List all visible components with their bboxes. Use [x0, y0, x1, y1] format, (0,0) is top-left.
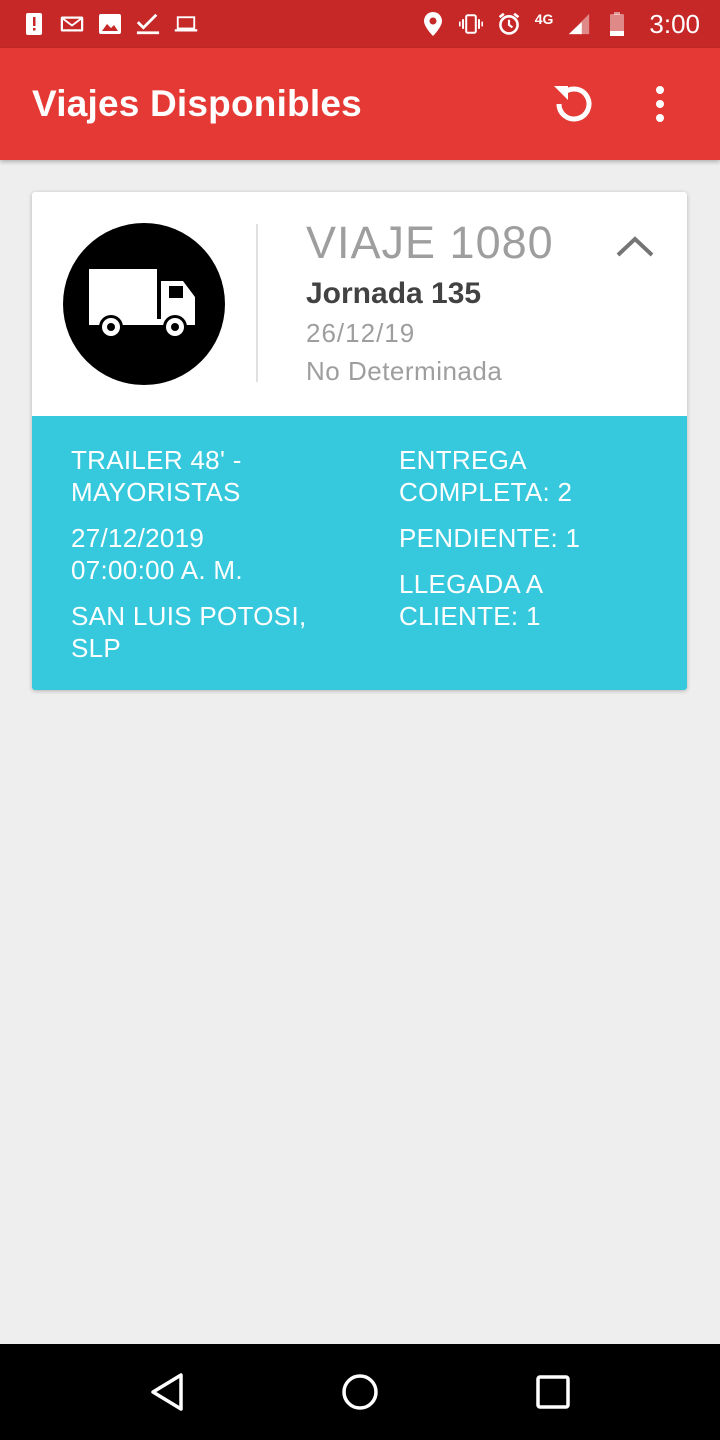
trailer-line-1: TRAILER 48' -: [71, 445, 242, 475]
datetime-line-2: 07:00:00 A. M.: [71, 555, 243, 585]
home-icon: [342, 1374, 378, 1410]
entrega-line-1: ENTREGA: [399, 445, 527, 475]
truck-icon: [89, 269, 195, 339]
trip-datetime: 27/12/2019 07:00:00 A. M.: [71, 522, 371, 586]
location-line-1: SAN LUIS POTOSI,: [71, 601, 307, 631]
chevron-up-icon: [616, 236, 654, 257]
trip-card[interactable]: VIAJE 1080 Jornada 135 26/12/19 No Deter…: [32, 192, 687, 690]
trip-jornada: Jornada 135: [306, 277, 482, 310]
collapse-button[interactable]: [611, 226, 659, 266]
entrega-line-2: COMPLETA: 2: [399, 477, 573, 507]
vibrate-icon: [458, 12, 483, 36]
trip-info: VIAJE 1080 Jornada 135 26/12/19 No Deter…: [306, 216, 554, 390]
system-icons: 4G 3:00: [421, 9, 700, 40]
pendiente-count: PENDIENTE: 1: [399, 522, 669, 554]
trip-details-right: ENTREGA COMPLETA: 2 PENDIENTE: 1 LLEGADA…: [399, 444, 669, 646]
location-line-2: SLP: [71, 633, 122, 663]
refresh-button[interactable]: [546, 76, 602, 132]
trip-details-panel: TRAILER 48' - MAYORISTAS 27/12/2019 07:0…: [32, 416, 687, 690]
alarm-icon: [497, 12, 521, 36]
navigation-bar: [0, 1344, 720, 1440]
clock: 3:00: [649, 8, 700, 39]
location-icon: [421, 12, 445, 36]
trailer-line-2: MAYORISTAS: [71, 477, 241, 507]
signal-icon: [567, 12, 591, 36]
gmail-icon: [60, 12, 84, 36]
trip-date: 26/12/19: [306, 318, 416, 348]
overflow-menu-icon: [656, 86, 664, 122]
trip-details-left: TRAILER 48' - MAYORISTAS 27/12/2019 07:0…: [71, 444, 371, 678]
recents-icon: [536, 1375, 571, 1409]
recents-button[interactable]: [523, 1362, 583, 1422]
home-button[interactable]: [330, 1362, 390, 1422]
trip-location: SAN LUIS POTOSI, SLP: [71, 600, 371, 664]
datetime-line-1: 27/12/2019: [71, 523, 205, 553]
image-icon: [98, 12, 122, 36]
trip-status: No Determinada: [306, 356, 503, 386]
alert-icon: [22, 12, 46, 36]
llegada-line-2: CLIENTE: 1: [399, 601, 541, 631]
overflow-menu-button[interactable]: [632, 76, 688, 132]
entrega-completa: ENTREGA COMPLETA: 2: [399, 444, 669, 508]
llegada-line-1: LLEGADA A: [399, 569, 544, 599]
back-button[interactable]: [137, 1362, 197, 1422]
page-title: Viajes Disponibles: [32, 83, 362, 124]
checkmark-icon: [136, 12, 160, 36]
laptop-icon: [174, 12, 198, 36]
vertical-divider: [256, 224, 258, 382]
trip-title: VIAJE 1080: [306, 217, 554, 268]
battery-icon: [605, 12, 629, 36]
trip-card-header[interactable]: VIAJE 1080 Jornada 135 26/12/19 No Deter…: [32, 192, 687, 416]
llegada-cliente: LLEGADA A CLIENTE: 1: [399, 568, 669, 632]
app-bar: Viajes Disponibles: [0, 48, 720, 160]
network-type: 4G: [534, 11, 554, 27]
refresh-icon: [554, 86, 592, 122]
back-icon: [150, 1373, 183, 1411]
status-bar: 4G 3:00: [0, 0, 720, 48]
pendiente-line: PENDIENTE: 1: [399, 523, 581, 553]
app-bar-actions: [546, 76, 688, 132]
notification-icons: [22, 12, 198, 36]
trip-avatar: [63, 223, 225, 385]
trailer-type: TRAILER 48' - MAYORISTAS: [71, 444, 371, 508]
